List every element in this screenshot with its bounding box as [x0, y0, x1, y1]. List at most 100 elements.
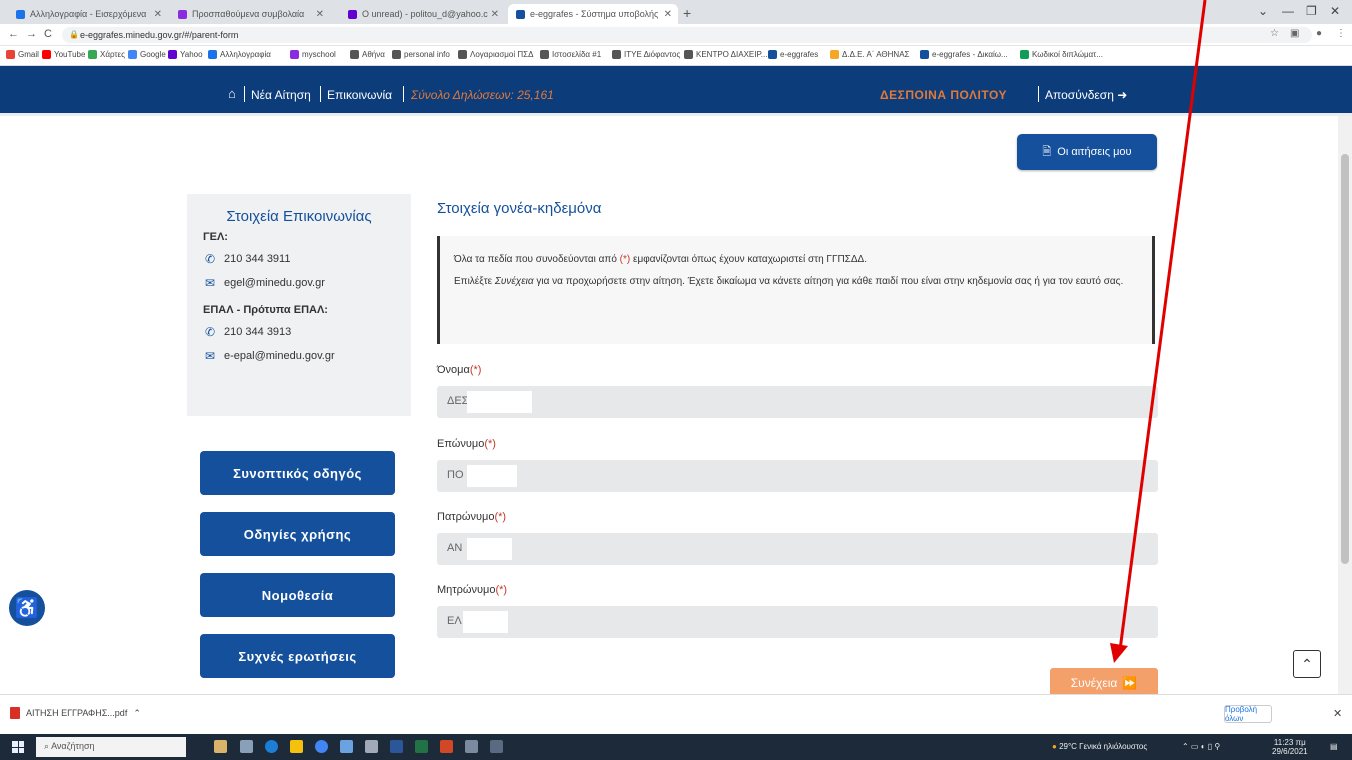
bookmark[interactable]: Κωδικοί διπλώματ...	[1020, 50, 1103, 59]
browser-tab-active[interactable]: e-eggrafes - Σύστημα υποβολής ✕	[508, 4, 678, 24]
close-window-icon[interactable]: ✕	[1330, 4, 1340, 18]
close-icon[interactable]: ✕	[664, 9, 672, 20]
contact-link[interactable]: Επικοινωνία	[327, 88, 392, 102]
envelope-icon: ✉	[204, 349, 216, 363]
folder-icon[interactable]	[290, 740, 303, 753]
app-icon[interactable]	[214, 740, 227, 753]
address-bar: ← → C 🔒 e-eggrafes.minedu.gov.gr/#/paren…	[0, 24, 1352, 46]
bookmark[interactable]: Yahoo	[168, 50, 203, 59]
edge-icon[interactable]	[265, 740, 278, 753]
back-icon[interactable]: ←	[8, 28, 19, 40]
father-name-field[interactable]: ΑΝ	[437, 533, 1158, 565]
taskbar-search[interactable]: ⌕ Αναζήτηση	[36, 737, 186, 757]
extensions-icon[interactable]: ▣	[1290, 28, 1299, 39]
first-name-field[interactable]: ΔΕΣ	[437, 386, 1158, 418]
minimize-icon[interactable]: —	[1282, 4, 1294, 18]
contact-title: Στοιχεία Επικοινωνίας	[226, 208, 372, 225]
gel-email[interactable]: ✉ egel@minedu.gov.gr	[203, 276, 395, 290]
taskbar: ⌕ Αναζήτηση ● 29°C Γενικά ηλιόλουστος ⌃ …	[0, 734, 1352, 760]
menu-icon[interactable]: ⋮	[1336, 28, 1346, 39]
bookmark[interactable]: personal info	[392, 50, 450, 59]
bookmark[interactable]: Google	[128, 50, 166, 59]
close-icon[interactable]: ✕	[1333, 707, 1342, 720]
mail-icon[interactable]	[365, 740, 378, 753]
scrollbar-thumb[interactable]	[1341, 154, 1349, 564]
close-icon[interactable]: ✕	[316, 9, 324, 20]
father-name-label: Πατρώνυμο(*)	[437, 511, 507, 523]
pdf-icon	[10, 707, 20, 719]
bookmark[interactable]: Αλληλογραφία	[208, 50, 271, 59]
site-icon	[830, 50, 839, 59]
store-icon[interactable]	[340, 740, 353, 753]
user-name: ΔΕΣΠΟΙΝΑ ΠΟΛΙΤΟΥ	[880, 88, 1007, 102]
continue-button[interactable]: Συνέχεια ⏩	[1050, 668, 1158, 694]
powerpoint-icon[interactable]	[440, 740, 453, 753]
document-icon: 🗎	[1042, 145, 1052, 158]
system-tray-icons[interactable]: ⌃ ▭ ◐ ▯ ⚲	[1182, 742, 1220, 751]
notifications-icon[interactable]: ▤	[1330, 742, 1338, 751]
bookmark[interactable]: Χάρτες	[88, 50, 125, 59]
chrome-icon[interactable]	[315, 740, 328, 753]
bookmark[interactable]: YouTube	[42, 50, 85, 59]
close-icon[interactable]: ✕	[491, 9, 499, 20]
weather-widget[interactable]: ● 29°C Γενικά ηλιόλουστος	[1052, 742, 1147, 751]
site-icon	[290, 50, 299, 59]
chevron-up-icon[interactable]: ⌃	[133, 708, 141, 719]
clock[interactable]: 11:23 πμ 29/6/2021	[1272, 738, 1308, 756]
bookmark[interactable]: myschool	[290, 50, 336, 59]
form-title: Στοιχεία γονέα-κηδεμόνα	[437, 200, 602, 217]
browser-tab[interactable]: Αλληλογραφία - Εισερχόμενα ✕	[8, 4, 168, 24]
bookmark[interactable]: Δ.Δ.Ε. Α΄ ΑΘΗΝΑΣ	[830, 50, 909, 59]
legislation-button[interactable]: Νομοθεσία	[200, 573, 395, 617]
browser-tab[interactable]: Προσπαθούμενα συμβολαία ✕	[170, 4, 330, 24]
vertical-scrollbar[interactable]	[1338, 116, 1352, 694]
bookmark[interactable]: Αθήνα	[350, 50, 385, 59]
bookmark[interactable]: e-eggrafes	[768, 50, 818, 59]
browser-tab[interactable]: Ο unread) - politou_d@yahoo.c ✕	[340, 4, 505, 24]
bookmark[interactable]: Gmail	[6, 50, 39, 59]
show-all-downloads-button[interactable]: Προβολή όλων	[1224, 705, 1272, 723]
app-icon[interactable]	[490, 740, 503, 753]
globe-icon	[392, 50, 401, 59]
task-view-icon[interactable]	[240, 740, 253, 753]
redaction	[463, 611, 508, 633]
forward-icon[interactable]: →	[26, 28, 37, 40]
accessibility-button[interactable]: ♿	[9, 590, 45, 626]
word-icon[interactable]	[390, 740, 403, 753]
logout-link[interactable]: Αποσύνδεση ➜	[1045, 88, 1127, 102]
user-instructions-button[interactable]: Οδηγίες χρήσης	[200, 512, 395, 556]
form-notice: Όλα τα πεδία που συνοδεύονται από (*) εμ…	[437, 236, 1155, 344]
last-name-field[interactable]: ΠΟ	[437, 460, 1158, 492]
my-applications-button[interactable]: 🗎 Οι αιτήσεις μου	[1017, 134, 1157, 170]
scroll-to-top-button[interactable]: ⌃	[1293, 650, 1321, 678]
star-icon[interactable]: ☆	[1270, 28, 1279, 39]
globe-icon	[350, 50, 359, 59]
chevron-down-icon[interactable]: ⌄	[1258, 4, 1268, 18]
site-icon	[920, 50, 929, 59]
bookmark[interactable]: ΙΤΥΕ Διόφαντος	[612, 50, 680, 59]
excel-icon[interactable]	[415, 740, 428, 753]
close-icon[interactable]: ✕	[154, 9, 162, 20]
profile-icon[interactable]: ●	[1316, 28, 1322, 39]
bookmark[interactable]: e-eggrafes - Δικαίω...	[920, 50, 1008, 59]
new-application-link[interactable]: Νέα Αίτηση	[251, 88, 311, 102]
faq-button[interactable]: Συχνές ερωτήσεις	[200, 634, 395, 678]
bookmark[interactable]: Λογαριασμοί ΠΣΔ	[458, 50, 533, 59]
epal-email[interactable]: ✉ e-epal@minedu.gov.gr	[203, 349, 395, 363]
download-item[interactable]: ΑΙΤΗΣΗ ΕΓΓΡΑΦΗΣ...pdf ⌃	[10, 707, 141, 719]
mail-icon	[348, 9, 357, 19]
download-shelf: ΑΙΤΗΣΗ ΕΓΓΡΑΦΗΣ...pdf ⌃ Προβολή όλων ✕	[0, 694, 1352, 734]
summary-guide-button[interactable]: Συνοπτικός οδηγός	[200, 451, 395, 495]
windows-start-icon[interactable]	[12, 741, 24, 753]
mother-name-field[interactable]: ΕΛ	[437, 606, 1158, 638]
home-icon[interactable]: ⌂	[228, 86, 236, 101]
new-tab-button[interactable]: +	[683, 5, 691, 21]
site-header: ⌂ Νέα Αίτηση Επικοινωνία Σύνολο Δηλώσεων…	[0, 66, 1352, 116]
bookmark[interactable]: ΚΕΝΤΡΟ ΔΙΑΧΕΙΡ...	[684, 50, 767, 59]
url-input[interactable]: 🔒 e-eggrafes.minedu.gov.gr/#/parent-form	[62, 27, 1312, 43]
maximize-icon[interactable]: ❐	[1306, 4, 1317, 18]
app-icon[interactable]	[465, 740, 478, 753]
bookmark[interactable]: Ιστοσελίδα #1	[540, 50, 601, 59]
reload-icon[interactable]: C	[44, 28, 52, 40]
epal-phone: ✆ 210 344 3913	[204, 325, 292, 339]
